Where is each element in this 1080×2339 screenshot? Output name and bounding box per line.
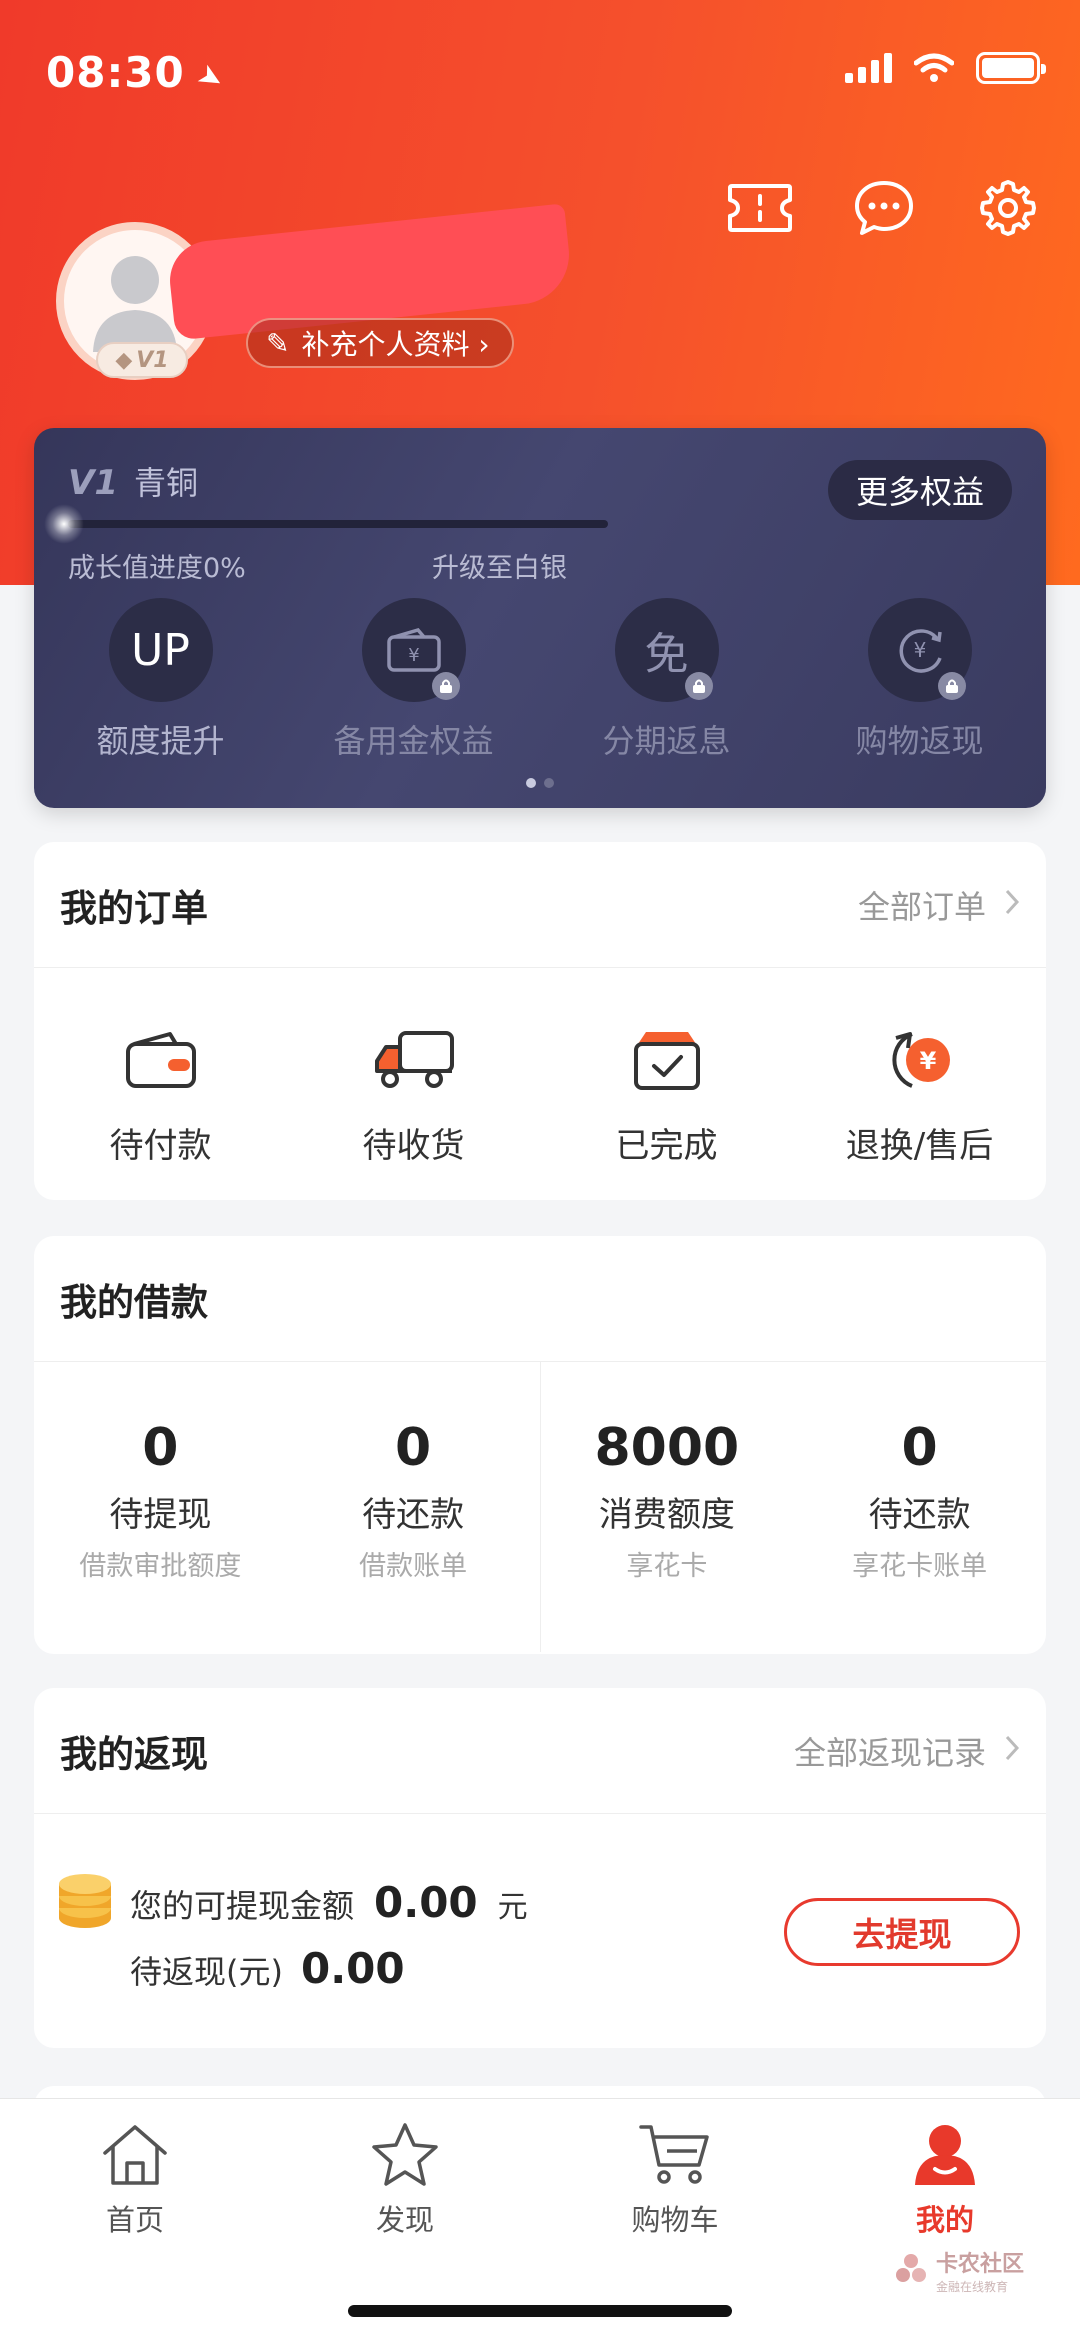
tab-discover[interactable]: 发现 — [270, 2099, 540, 2249]
status-bar: 08:30 ➤ — [46, 48, 1046, 108]
growth-progress-label: 成长值进度0% — [68, 553, 246, 584]
perk-label: 分期返息 — [602, 722, 731, 760]
perk-label: 购物返现 — [855, 722, 984, 760]
loan-pending-repayment[interactable]: 0 待还款 借款账单 — [287, 1419, 540, 1652]
growth-progress-bar — [68, 520, 608, 528]
level-badge: ◆ V1 — [96, 342, 188, 378]
watermark-logo-icon — [894, 2252, 928, 2290]
edit-profile-label: 补充个人资料 › — [301, 328, 490, 361]
home-indicator — [348, 2305, 732, 2317]
default-user-icon — [93, 256, 177, 352]
perk-label: 备用金权益 — [333, 722, 494, 760]
ticket-icon[interactable] — [724, 176, 796, 240]
coins-icon — [56, 1872, 114, 1936]
cashback-card: 我的返现 全部返现记录 您的可提现金额 0.00 元 待返现(元) 0.00 去… — [34, 1688, 1046, 2048]
loans-title: 我的借款 — [60, 1280, 208, 1324]
watermark: 卡农社区 金融在线教育 — [894, 2246, 1024, 2295]
withdraw-button[interactable]: 去提现 — [784, 1898, 1020, 1966]
settings-gear-icon[interactable] — [972, 176, 1044, 240]
svg-text:¥: ¥ — [408, 645, 419, 666]
vip-level-code: V1 — [68, 463, 118, 503]
watermark-name: 卡农社区 — [935, 2252, 1024, 2277]
home-icon — [99, 2121, 171, 2191]
battery-icon — [976, 52, 1046, 84]
perk-label: 额度提升 — [96, 722, 225, 760]
withdrawable-label: 您的可提现金额 — [130, 1887, 355, 1925]
svg-text:¥: ¥ — [913, 638, 926, 662]
order-pending-delivery[interactable]: 待收货 — [287, 1024, 540, 1167]
cellular-signal-icon — [845, 53, 892, 83]
pending-cashback-label: 待返现(元) — [130, 1953, 283, 1991]
user-icon — [909, 2121, 981, 2191]
vip-level-name: 青铜 — [133, 464, 198, 502]
edit-icon: ✎ — [266, 326, 290, 360]
perk-credit-boost[interactable]: UP 额度提升 — [34, 598, 287, 762]
orders-card: 我的订单 全部订单 待付款 待收货 已完成 ¥ 退换/售后 — [34, 842, 1046, 1200]
orders-title: 我的订单 — [60, 886, 208, 930]
truck-icon — [372, 1024, 456, 1096]
pending-cashback-amount: 0.00 — [300, 1944, 405, 1993]
perk-installment-rebate[interactable]: 免 分期返息 — [540, 598, 793, 762]
more-benefits-button[interactable]: 更多权益 — [827, 460, 1012, 520]
tab-mine[interactable]: 我的 — [810, 2099, 1080, 2249]
watermark-tagline: 金融在线教育 — [935, 2280, 1008, 2294]
upgrade-label: 升级至白银 — [432, 553, 567, 584]
chevron-right-icon — [1004, 1732, 1020, 1770]
perk-reserve-fund[interactable]: ¥ 备用金权益 — [287, 598, 540, 762]
lock-icon — [937, 672, 966, 700]
wifi-icon — [914, 53, 954, 82]
bottom-tab-bar: 首页 发现 购物车 我的 卡农社区 金融在线教育 — [0, 2098, 1080, 2339]
wallet-yuan-icon: ¥ — [361, 598, 466, 702]
free-icon: 免 — [614, 598, 719, 702]
status-time: 08:30 — [46, 48, 185, 97]
card-pending-repayment[interactable]: 0 待还款 享花卡账单 — [793, 1419, 1046, 1652]
cashback-title: 我的返现 — [60, 1732, 208, 1776]
up-icon: UP — [108, 598, 213, 702]
all-orders-link[interactable]: 全部订单 — [858, 882, 1020, 928]
consumer-credit-limit[interactable]: 8000 消费额度 享花卡 — [541, 1419, 794, 1652]
wallet-icon — [119, 1024, 203, 1096]
box-check-icon — [625, 1024, 709, 1096]
order-completed[interactable]: 已完成 — [540, 1024, 793, 1167]
loans-card: 我的借款 0 待提现 借款审批额度 0 待还款 借款账单 8000 消费额度 享… — [34, 1236, 1046, 1654]
lock-icon — [431, 672, 460, 700]
page-indicator — [34, 778, 1046, 788]
progress-marker — [44, 504, 84, 544]
star-icon — [369, 2121, 441, 2191]
chevron-right-icon — [1004, 886, 1020, 924]
badge-icon: ◆ — [115, 347, 133, 373]
message-icon[interactable] — [848, 176, 920, 240]
refund-yuan-icon: ¥ — [867, 598, 972, 702]
refund-icon: ¥ — [878, 1024, 962, 1096]
all-cashback-link[interactable]: 全部返现记录 — [794, 1728, 1020, 1774]
vip-level-card[interactable]: V1 青铜 更多权益 成长值进度0% 升级至白银 UP 额度提升 ¥ 备用金权益 — [34, 428, 1046, 808]
order-after-sales[interactable]: ¥ 退换/售后 — [793, 1024, 1046, 1167]
withdrawable-amount: 0.00 — [374, 1878, 478, 1927]
perk-shopping-cashback[interactable]: ¥ 购物返现 — [793, 598, 1046, 762]
loan-pending-withdrawal[interactable]: 0 待提现 借款审批额度 — [34, 1419, 287, 1652]
order-pending-payment[interactable]: 待付款 — [34, 1024, 287, 1167]
lock-icon — [684, 672, 713, 700]
cart-icon — [637, 2121, 713, 2191]
tab-home[interactable]: 首页 — [0, 2099, 270, 2249]
location-arrow-icon: ➤ — [190, 56, 231, 99]
edit-profile-button[interactable]: ✎ 补充个人资料 › — [246, 318, 514, 368]
svg-text:¥: ¥ — [919, 1047, 936, 1075]
tab-cart[interactable]: 购物车 — [540, 2099, 810, 2249]
currency-unit: 元 — [497, 1890, 528, 1925]
